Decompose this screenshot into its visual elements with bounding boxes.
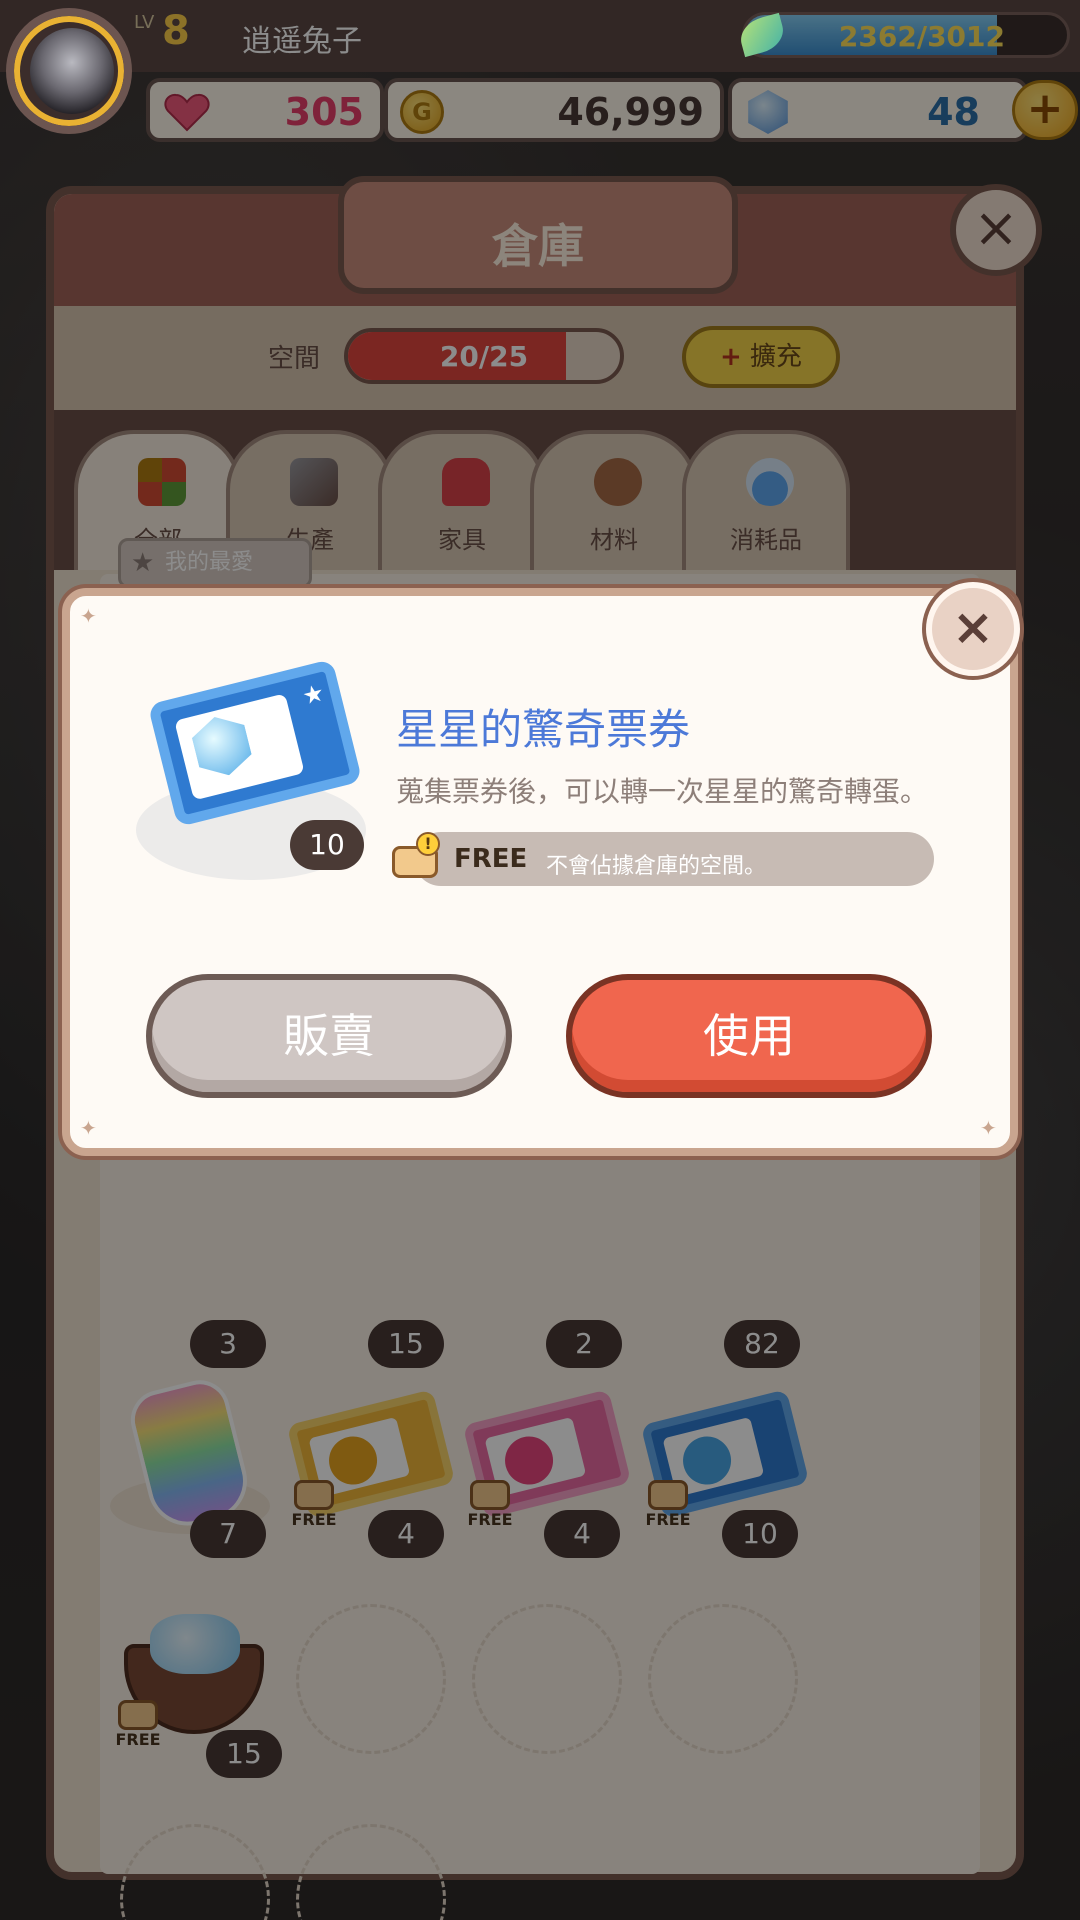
free-label: FREE [454, 844, 528, 874]
sell-button[interactable]: 販賣 [146, 974, 512, 1098]
modal-close-button[interactable]: × [926, 582, 1020, 676]
use-button[interactable]: 使用 [566, 974, 932, 1098]
item-count-badge: 10 [290, 820, 364, 870]
star-icon: ★ [299, 678, 328, 711]
avatar[interactable] [6, 8, 132, 134]
exclamation-icon: ! [416, 832, 440, 856]
free-box-icon: ! [392, 832, 440, 878]
avatar-portrait [30, 28, 114, 114]
corner-ornament: ✦ [980, 1116, 997, 1140]
item-description: 蒐集票券後，可以轉一次星星的驚奇轉蛋。 [396, 775, 929, 808]
corner-ornament: ✦ [80, 604, 97, 628]
item-title: 星星的驚奇票券 [396, 705, 691, 754]
free-note: 不會佔據倉庫的空間。 [546, 854, 767, 879]
corner-ornament: ✦ [80, 1116, 97, 1140]
